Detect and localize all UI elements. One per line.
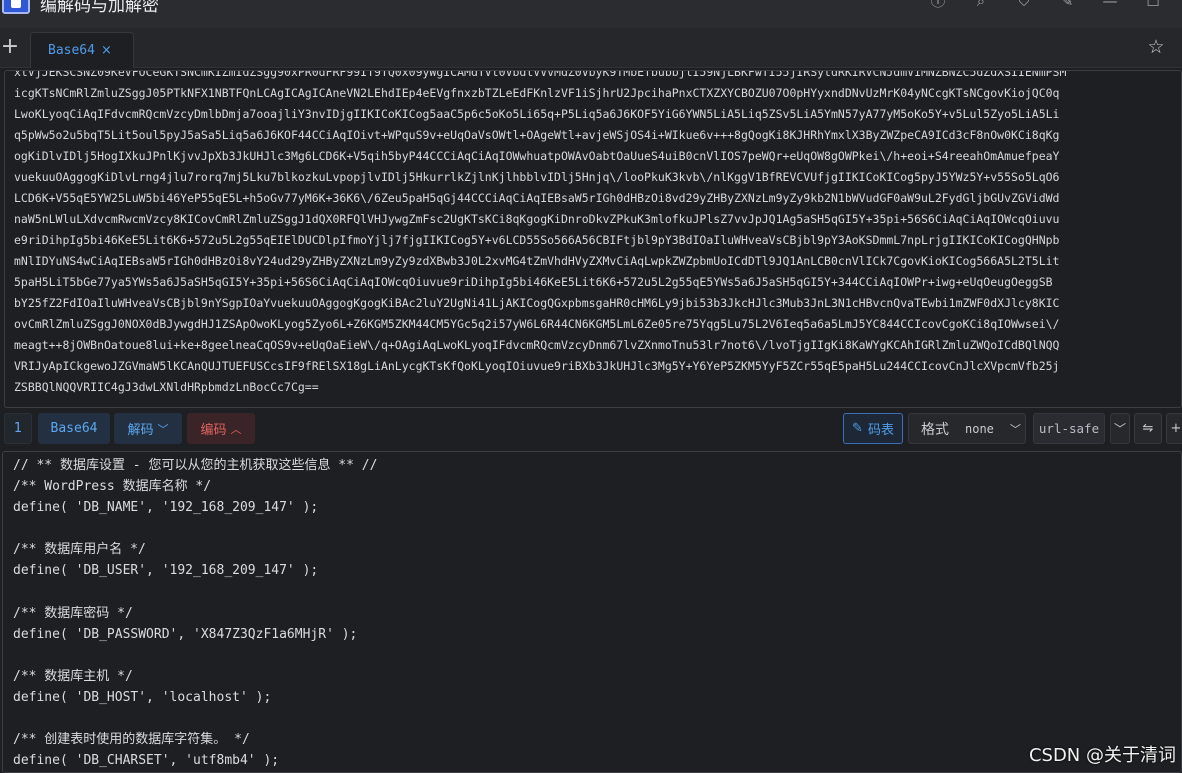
encoded-line: 5paH5LiT5bGe77ya5YWs5a6J5aSH5qGI5Y+35pi+… <box>14 275 1053 289</box>
decoded-line <box>13 582 1173 603</box>
decoded-line: define( 'DB_USER', '192_168_209_147' ); <box>13 563 319 579</box>
encoded-line: vuekuuOAggogKiDlvLrng4jlu7rorq7mj5Lku7bl… <box>14 170 1060 184</box>
decoded-line: define( 'DB_NAME', '192_168_209_147' ); <box>13 500 319 516</box>
encoded-line: mNlIDYuNS4wCiAqIEBsaW5rIGh0dHBzOi8vY24ud… <box>14 254 1060 268</box>
decoded-line: /** 数据库主机 */ <box>13 668 133 684</box>
dropdown-chevron-icon[interactable]: ﹀ <box>1110 413 1130 444</box>
tab-base64[interactable]: Base64 × <box>30 32 134 68</box>
code-table-button[interactable]: ✎ 码表 <box>843 413 903 444</box>
decoded-line <box>13 518 1173 539</box>
shield-icon[interactable]: ⛉ <box>1015 0 1033 10</box>
swap-icon[interactable]: ⇋ <box>1134 413 1162 444</box>
codec-select-button[interactable]: Base64 <box>38 413 110 444</box>
encode-button[interactable]: 编码 ︿ <box>187 413 255 444</box>
encoded-line: xtVjJEKSCSNZ09KeVFOCeGKTSNCmKIZmIdZSgg90… <box>14 70 1067 79</box>
encoded-line: icgKTsNCmRlZmluZSggJ05PTkNFX1NBTFQnLCAgI… <box>14 86 1060 100</box>
decoded-line <box>13 645 1173 666</box>
chevron-up-icon: ︿ <box>230 422 242 436</box>
encoded-line: bY25fZ2FdIOaIluWHveaVsCBjbl9nYSgpIOaYvue… <box>14 296 1060 310</box>
encode-label: 编码 <box>200 423 227 438</box>
encoded-line: naW5nLWluLXdvcmRwcmVzcy8KICovCmRlZmluZSg… <box>14 212 1060 226</box>
info-icon[interactable]: ⓘ <box>929 0 947 10</box>
maximize-icon[interactable]: ☐ <box>1144 0 1162 10</box>
chevron-down-icon: ﹀ <box>1009 422 1021 436</box>
decode-label: 解码 <box>127 423 154 438</box>
pin-icon[interactable]: ✎ <box>1058 0 1076 10</box>
tab-bar: + Base64 × ☆ <box>0 28 1182 68</box>
encoded-line: ovCmRlZmluZSggJ0NOX0dBJywgdHJ1ZSApOwoKLy… <box>14 317 1060 331</box>
encoded-line: ogKiDlvIDlj5HogIXkuJPnlKjvvJpXb3JkUHJlc3… <box>14 149 1060 163</box>
edit-icon: ✎ <box>852 421 863 436</box>
close-icon[interactable]: × <box>101 43 112 58</box>
format-value: none <box>965 421 994 436</box>
encoded-line: ZSBBQlNQQVRIIC4gJ3dwLXNldHRpbmdzLnBocCc7… <box>14 380 319 394</box>
decoded-line: /** 数据库用户名 */ <box>13 542 146 558</box>
add-icon[interactable]: + <box>1166 413 1182 444</box>
encoded-line: q5pWw5o2u5bqT5Lit5oul5pyJ5aSa5Liq5a6J6KO… <box>14 128 1060 142</box>
tab-label: Base64 <box>48 43 95 58</box>
decoded-line: // ** 数据库设置 - 您可以从您的主机获取这些信息 ** // <box>13 458 378 473</box>
decoded-line: define( 'DB_PASSWORD', 'X847Z3QzF1a6MHjR… <box>13 626 358 642</box>
watermark: CSDN @关于清词 <box>1028 745 1176 766</box>
new-tab-button[interactable]: + <box>0 36 20 60</box>
app-logo-icon <box>2 0 30 14</box>
codec-toolbar: 1 Base64 解码 ﹀ 编码 ︿ ✎ 码表 格式 none ﹀ url-sa… <box>0 410 1182 448</box>
line-number-badge: 1 <box>4 413 32 444</box>
encoded-line: VRIJyApICkgewoJZGVmaW5lKCAnQUJTUEFUSCcsI… <box>14 359 1060 373</box>
decoded-line: /** 数据库密码 */ <box>13 605 133 621</box>
window-title: 编解码与加解密 <box>40 0 159 16</box>
decode-button[interactable]: 解码 ﹀ <box>114 413 182 444</box>
minimize-icon[interactable]: — <box>1101 0 1119 10</box>
encoded-content: xtVjJEKSCSNZ09KeVFOCeGKTSNCmKIZmIdZSgg90… <box>14 70 1176 398</box>
decoded-textarea[interactable]: // ** 数据库设置 - 您可以从您的主机获取这些信息 ** // /** Wo… <box>2 451 1182 773</box>
search-icon[interactable]: ⌕ <box>972 0 990 10</box>
decoded-line: define( 'DB_CHARSET', 'utf8mb4' ); <box>13 753 280 769</box>
decoded-line <box>13 708 1173 729</box>
decoded-line: /** WordPress 数据库名称 */ <box>13 479 212 495</box>
encoded-line: meagt++8jOWBnOatoue8lui+ke+8geelneaCqOS9… <box>14 338 1060 352</box>
encoded-line: LwoKLyoqCiAqIFdvcmRQcmVzcyDmlbDmja7ooajl… <box>14 107 1060 121</box>
format-select[interactable]: 格式 none ﹀ <box>908 413 1026 444</box>
chevron-down-icon: ﹀ <box>157 422 169 436</box>
encoded-textarea[interactable]: xtVjJEKSCSNZ09KeVFOCeGKTSNCmKIZmIdZSgg90… <box>4 70 1182 408</box>
encoded-line: e9riDihpIg5bi46KeE5Lit6K6+572u5L2g55qEIE… <box>14 233 1060 247</box>
encoded-line: LCD6K+V55qE5YW25LuW5bi46YeP55qE5L+h5oGv7… <box>14 191 1060 205</box>
decoded-line: define( 'DB_HOST', 'localhost' ); <box>13 690 272 706</box>
star-icon[interactable]: ☆ <box>1146 37 1166 57</box>
format-label: 格式 <box>921 421 949 438</box>
title-bar: 编解码与加解密 ⓘ ⌕ ⛉ ✎ — ☐ <box>0 0 1182 28</box>
decoded-line: /** 创建表时使用的数据库字符集。 */ <box>13 732 250 748</box>
code-table-label: 码表 <box>867 423 894 438</box>
url-safe-toggle[interactable]: url-safe <box>1033 413 1105 444</box>
decoded-content: // ** 数据库设置 - 您可以从您的主机获取这些信息 ** // /** Wo… <box>13 455 1173 771</box>
title-icons: ⓘ ⌕ ⛉ ✎ — ☐ <box>929 0 1162 10</box>
